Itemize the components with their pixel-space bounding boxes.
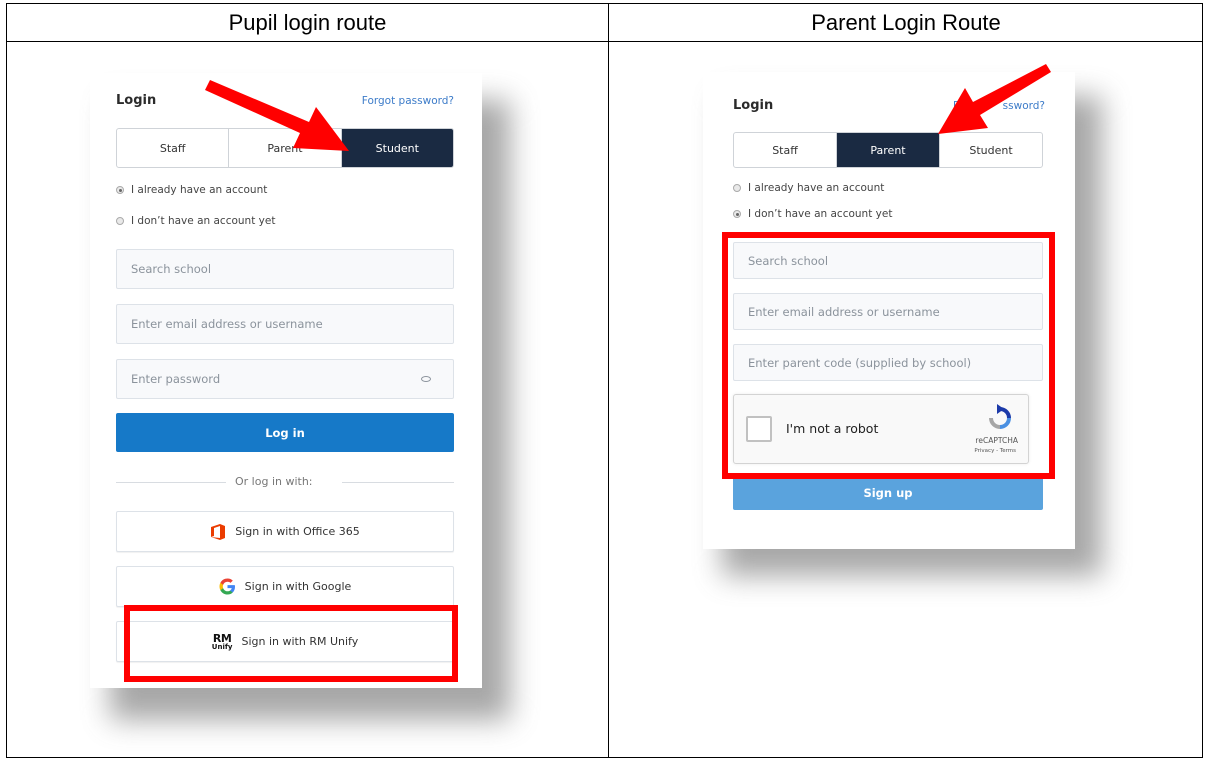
radio-button[interactable] — [116, 186, 124, 194]
log-in-button[interactable]: Log in — [116, 413, 454, 452]
login-title: Login — [733, 98, 774, 113]
radio-no-account[interactable]: I don’t have an account yet — [733, 208, 892, 220]
tab-student[interactable]: Student — [341, 129, 453, 167]
tab-staff[interactable]: Staff — [734, 133, 837, 167]
office-icon — [210, 523, 226, 541]
arrow-to-student-tab — [205, 80, 349, 151]
column-divider — [608, 4, 609, 757]
pupil-login-card: Login Forgot password? Staff Parent Stud… — [90, 73, 482, 688]
search-school-input[interactable]: Search school — [116, 249, 454, 289]
pupil-column-heading: Pupil login route — [228, 10, 387, 35]
header-divider — [7, 41, 1202, 42]
radio-label: I don’t have an account yet — [748, 208, 893, 220]
arrow-to-parent-tab — [938, 64, 1051, 134]
radio-label: I don’t have an account yet — [131, 215, 276, 227]
radio-label: I already have an account — [131, 184, 268, 196]
show-password-icon[interactable] — [421, 376, 431, 382]
radio-button[interactable] — [733, 210, 741, 218]
google-signin-button[interactable]: Sign in with Google — [116, 566, 454, 607]
divider-line-right — [342, 482, 454, 483]
tab-parent[interactable]: Parent — [837, 133, 940, 167]
forgot-password-link[interactable]: Forgot password? — [362, 95, 454, 107]
rm-unify-highlight-box — [124, 605, 458, 682]
login-title: Login — [116, 93, 157, 108]
sign-up-button[interactable]: Sign up — [733, 475, 1043, 510]
radio-label: I already have an account — [748, 182, 885, 194]
google-icon — [219, 578, 236, 595]
password-field[interactable]: Enter password — [116, 359, 454, 399]
radio-have-account[interactable]: I already have an account — [733, 182, 884, 194]
signup-fields-highlight-box — [722, 232, 1055, 479]
office-label: Sign in with Office 365 — [235, 525, 360, 538]
radio-have-account[interactable]: I already have an account — [116, 184, 267, 196]
password-placeholder: Enter password — [131, 372, 221, 386]
radio-no-account[interactable]: I don’t have an account yet — [116, 215, 275, 227]
email-field[interactable]: Enter email address or username — [116, 304, 454, 344]
office365-signin-button[interactable]: Sign in with Office 365 — [116, 511, 454, 552]
radio-button[interactable] — [116, 217, 124, 225]
divider-line-left — [116, 482, 226, 483]
google-label: Sign in with Google — [244, 580, 352, 593]
radio-button[interactable] — [733, 184, 741, 192]
or-log-in-with-label: Or log in with: — [235, 475, 313, 488]
parent-column-heading: Parent Login Route — [811, 10, 1001, 35]
